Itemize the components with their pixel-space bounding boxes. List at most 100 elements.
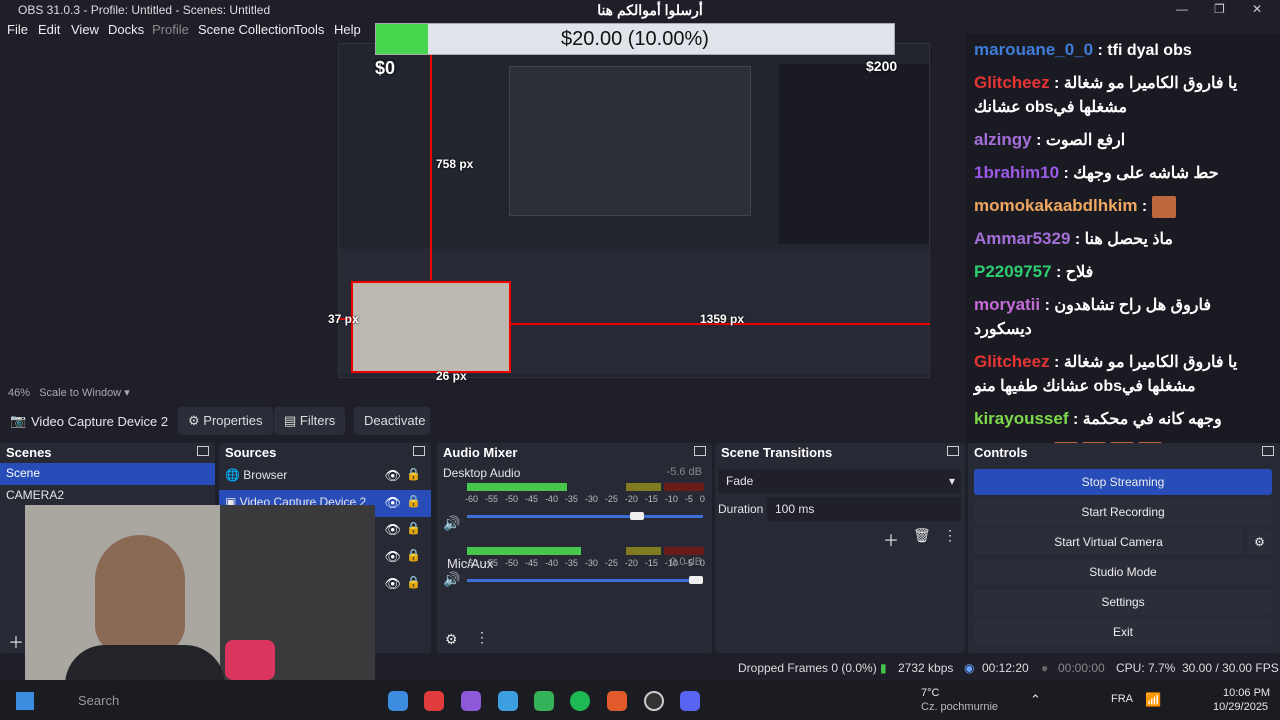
eye-icon[interactable]: 👁: [384, 495, 401, 511]
controls-header: Controls: [968, 443, 1280, 463]
gear-icon[interactable]: ⚙: [1247, 529, 1272, 555]
menu-scene-collection[interactable]: Scene Collection: [198, 22, 296, 37]
taskbar-search[interactable]: Search: [78, 693, 119, 708]
menu-profile[interactable]: Profile: [152, 22, 189, 37]
transitions-header: Scene Transitions: [715, 443, 965, 463]
app-icon[interactable]: [461, 691, 481, 711]
mic-volume-slider[interactable]: [467, 576, 703, 584]
menu-tools[interactable]: Tools: [294, 22, 324, 37]
person: [95, 535, 185, 655]
speaker-icon[interactable]: 🔊: [443, 515, 460, 532]
eye-icon[interactable]: 👁: [384, 576, 401, 592]
chat-message: Glitcheez : يا فاروق الكاميرا مو شغالة ع…: [974, 352, 1238, 395]
lock-icon[interactable]: 🔒: [406, 575, 421, 589]
desktop-audio-meter: [467, 483, 704, 491]
speaker-icon[interactable]: 🔊: [443, 571, 460, 588]
tick-label: -5: [684, 494, 693, 504]
popout-icon[interactable]: [1262, 446, 1274, 456]
app-icon[interactable]: [424, 691, 444, 711]
lock-icon[interactable]: 🔒: [406, 467, 421, 481]
scene-item[interactable]: Scene: [0, 463, 215, 485]
spotify-icon[interactable]: [570, 691, 590, 711]
chat-list: marouane_0_0 : tfi dyal obs Glitcheez : ي…: [966, 34, 1280, 444]
source-item[interactable]: 🌐 Browser 👁 🔒: [219, 463, 431, 490]
filters-button[interactable]: ▤ Filters: [274, 407, 346, 435]
settings-button[interactable]: Settings: [974, 589, 1272, 615]
tick-label: -10: [664, 494, 678, 504]
chat-message: momokakaabdlhkim :: [966, 190, 1280, 223]
status-bar: Dropped Frames 0 (0.0%) ▮ 2732 kbps ◉ 00…: [0, 656, 1280, 680]
eye-icon[interactable]: 👁: [384, 522, 401, 538]
popout-icon[interactable]: [413, 446, 425, 456]
chat-message: alzingy : ارفع الصوت: [974, 130, 1126, 149]
deactivate-button[interactable]: Deactivate: [354, 407, 430, 435]
chevron-down-icon[interactable]: ▾: [124, 387, 130, 399]
popout-icon[interactable]: [694, 446, 706, 456]
tick-label: -50: [504, 558, 518, 568]
stop-streaming-button[interactable]: Stop Streaming: [974, 469, 1272, 495]
desktop-volume-slider[interactable]: [467, 512, 703, 520]
tick-label: -40: [544, 558, 558, 568]
app-icon[interactable]: [534, 691, 554, 711]
popout-icon[interactable]: [947, 446, 959, 456]
gear-icon[interactable]: ⚙: [445, 631, 458, 648]
chat-text: ماذ يحصل هنا: [1084, 231, 1173, 248]
scene-item[interactable]: CAMERA2: [0, 485, 215, 507]
chat-username: Glitcheez: [974, 352, 1050, 371]
zoom-level: 46%: [8, 387, 31, 399]
close-icon[interactable]: ✕: [1252, 2, 1262, 16]
stream-time: 00:12:20: [982, 661, 1029, 675]
menu-docks[interactable]: Docks: [108, 22, 144, 37]
start-virtual-camera-button[interactable]: Start Virtual Camera: [974, 529, 1243, 555]
properties-button[interactable]: ⚙ Properties: [178, 407, 273, 435]
properties-label: Properties: [203, 413, 263, 428]
start-recording-button[interactable]: Start Recording: [974, 499, 1272, 525]
zoom-indicator[interactable]: 46% Scale to Window ▾: [8, 386, 130, 399]
mixer-header: Audio Mixer: [437, 443, 712, 463]
menu-file[interactable]: File: [7, 22, 28, 37]
menu-edit[interactable]: Edit: [38, 22, 60, 37]
clock-time: 10:06 PM: [1223, 687, 1271, 699]
chat-message: P2209757 : فلاح: [974, 262, 1094, 281]
minimize-icon[interactable]: —: [1176, 2, 1188, 16]
brave-icon[interactable]: [607, 691, 627, 711]
more-options-icon[interactable]: ⋮: [475, 629, 489, 646]
discord-icon[interactable]: [680, 691, 700, 711]
obs-icon[interactable]: [644, 691, 664, 711]
store-icon[interactable]: [388, 691, 408, 711]
preview-canvas[interactable]: [338, 43, 930, 378]
channel-db: -5.6 dB: [666, 466, 702, 478]
mic-aux-meter: [467, 547, 704, 555]
trash-icon[interactable]: 🗑: [913, 527, 931, 544]
menu-view[interactable]: View: [71, 22, 99, 37]
duration-field[interactable]: 100 ms: [767, 497, 961, 521]
lock-icon[interactable]: 🔒: [406, 548, 421, 562]
lock-icon[interactable]: 🔒: [406, 494, 421, 508]
add-transition-icon[interactable]: ＋: [883, 527, 899, 551]
wifi-icon[interactable]: 📶: [1145, 692, 1161, 708]
chat-username: alzingy: [974, 130, 1032, 149]
lock-icon[interactable]: 🔒: [406, 521, 421, 535]
chat-overlay: marouane_0_0 : tfi dyal obs Glitcheez : ي…: [966, 34, 1280, 444]
tick-label: -60: [465, 558, 479, 568]
windows-start-icon[interactable]: [16, 692, 34, 710]
language-indicator[interactable]: FRA: [1111, 693, 1133, 705]
sources-header: Sources: [219, 443, 431, 463]
source-label: Browser: [243, 468, 288, 482]
studio-mode-button[interactable]: Studio Mode: [974, 559, 1272, 585]
edge-icon[interactable]: [498, 691, 518, 711]
nested-context-menu: [509, 66, 751, 216]
transition-select[interactable]: Fade ▾: [718, 469, 961, 493]
maximize-icon[interactable]: ❐: [1214, 2, 1225, 16]
more-options-icon[interactable]: ⋮: [943, 527, 957, 544]
menu-help[interactable]: Help: [334, 22, 361, 37]
donation-title: أرسلوا أموالكم هنا: [597, 2, 703, 18]
eye-icon[interactable]: 👁: [384, 468, 401, 484]
record-time: 00:00:00: [1058, 661, 1105, 675]
popout-icon[interactable]: [197, 446, 209, 456]
tick-label: -25: [604, 494, 618, 504]
exit-button[interactable]: Exit: [974, 619, 1272, 645]
chevron-up-icon[interactable]: ⌃: [1030, 692, 1041, 708]
add-scene-icon[interactable]: ＋: [8, 629, 24, 653]
eye-icon[interactable]: 👁: [384, 549, 401, 565]
